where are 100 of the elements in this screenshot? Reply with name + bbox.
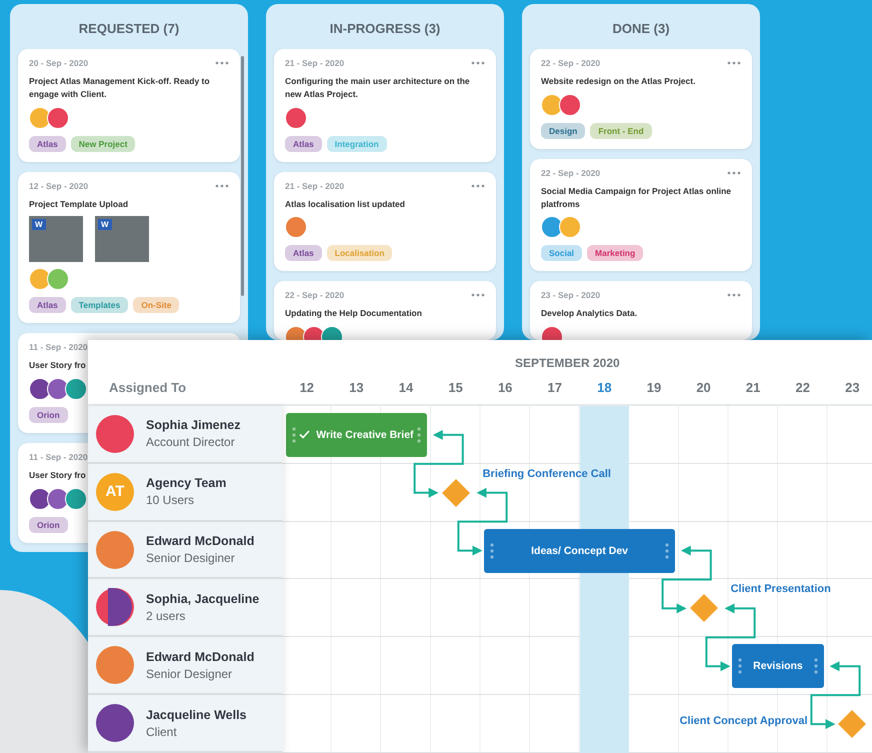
tag: Atlas bbox=[29, 136, 66, 152]
card-title: Updating the Help Documentation bbox=[285, 307, 423, 320]
card-title: Develop Analytics Data. bbox=[541, 307, 638, 320]
grip-icon[interactable] bbox=[416, 426, 421, 444]
avatar: AT bbox=[96, 472, 134, 511]
day-label: 23 bbox=[844, 380, 861, 395]
card-title: Atlas localisation list updated bbox=[285, 198, 406, 210]
tag: Orion bbox=[29, 407, 68, 423]
task-bar[interactable]: Ideas/ Concept Dev bbox=[484, 528, 675, 573]
photo-placeholder[interactable]: W bbox=[29, 216, 83, 262]
tag: New Project bbox=[70, 136, 136, 152]
day-label: 18 bbox=[596, 380, 613, 395]
task-bar[interactable]: Revisions bbox=[732, 644, 824, 688]
grip-icon[interactable] bbox=[490, 542, 494, 560]
day-label: 15 bbox=[447, 380, 464, 395]
task-card[interactable]: 21 - Sep - 2020 Atlas localisation list updated Atlas Localisation bbox=[274, 172, 496, 272]
dependency-arrow bbox=[810, 661, 861, 730]
column-title: IN-PROGRESS (3) bbox=[328, 20, 442, 38]
card-date: 23 - Sep - 2020 bbox=[541, 290, 600, 300]
tag: On-Site bbox=[133, 297, 180, 314]
tag: Integration bbox=[326, 136, 387, 152]
assignee-row[interactable]: Jacqueline Wells Client bbox=[88, 695, 282, 753]
day-label: 17 bbox=[546, 380, 563, 395]
task-card[interactable]: 22 - Sep - 2020 Updating the Help Documentation bbox=[274, 281, 496, 340]
tag: Atlas bbox=[29, 297, 66, 314]
tag: Front - End bbox=[590, 122, 652, 139]
task-card[interactable]: 12 - Sep - 2020 Project Template Upload W W Atlas Templates On-Site bbox=[18, 172, 240, 324]
day-label: 20 bbox=[695, 380, 712, 395]
milestone-diamond[interactable] bbox=[440, 478, 471, 508]
assignee-row[interactable]: AT Agency Team 10 Users bbox=[88, 464, 282, 522]
assignee-name: Edward McDonald bbox=[146, 534, 254, 548]
more-icon[interactable] bbox=[727, 293, 741, 298]
card-title: Project Template Upload bbox=[29, 198, 130, 210]
card-title: Project Atlas Management Kick-off. Ready to engage with Client. bbox=[29, 75, 211, 100]
tag: Social bbox=[541, 245, 582, 262]
card-date: 11 - Sep - 2020 bbox=[29, 342, 88, 352]
card-date: 21 - Sep - 2020 bbox=[285, 58, 344, 68]
card-date: 20 - Sep - 2020 bbox=[29, 58, 88, 68]
day-label: 14 bbox=[398, 380, 414, 395]
milestone-diamond[interactable] bbox=[688, 593, 719, 624]
photo-placeholder[interactable]: W bbox=[95, 216, 149, 262]
grip-icon[interactable] bbox=[664, 542, 669, 560]
task-label: Revisions bbox=[753, 660, 803, 672]
card-title: User Story fro bbox=[29, 359, 87, 372]
milestone-diamond[interactable] bbox=[837, 709, 868, 740]
tag: Localisation bbox=[326, 245, 392, 262]
card-date: 21 - Sep - 2020 bbox=[285, 180, 344, 190]
assignee-role: 10 Users bbox=[146, 493, 196, 508]
assignee-row[interactable]: Edward McDonald Senior Desiginer bbox=[88, 522, 282, 580]
milestone-label: Briefing Conference Call bbox=[482, 468, 611, 480]
task-card[interactable]: 21 - Sep - 2020 Configuring the main user architecture on the new Atlas Project. Atlas Integration bbox=[274, 49, 496, 162]
card-date: 22 - Sep - 2020 bbox=[285, 290, 344, 300]
more-icon[interactable] bbox=[215, 61, 229, 65]
scrollbar[interactable] bbox=[241, 56, 244, 296]
more-icon[interactable] bbox=[727, 170, 741, 175]
more-icon[interactable] bbox=[471, 293, 485, 298]
card-title: Social Media Campaign for Project Atlas online platfroms bbox=[541, 184, 732, 210]
card-title: Website redesign on the Atlas Project. bbox=[541, 75, 696, 88]
grip-icon[interactable] bbox=[292, 426, 296, 444]
day-label: 12 bbox=[298, 380, 316, 395]
day-label: 16 bbox=[496, 380, 514, 395]
milestone-label: Client Concept Approval bbox=[680, 715, 808, 728]
more-icon[interactable] bbox=[471, 61, 485, 65]
card-date: 12 - Sep - 2020 bbox=[29, 180, 88, 190]
tag: Atlas bbox=[285, 136, 322, 152]
dependency-arrow bbox=[457, 488, 508, 556]
month-label: SEPTEMBER 2020 bbox=[514, 355, 621, 372]
card-date: 22 - Sep - 2020 bbox=[541, 168, 600, 178]
assignee-name: Edward McDonald bbox=[146, 650, 254, 664]
card-title: User Story fro bbox=[29, 469, 87, 482]
day-label: 22 bbox=[794, 380, 811, 395]
assignee-name: Agency Team bbox=[146, 476, 226, 490]
card-title: Configuring the main user architecture on the new Atlas Project. bbox=[285, 75, 471, 100]
column-heading: Assigned To bbox=[109, 380, 186, 395]
assignee-name: Sophia Jimenez bbox=[146, 418, 240, 432]
task-label: Write Creative Brief bbox=[316, 428, 414, 441]
assignee-row[interactable]: Sophia, Jacqueline 2 users bbox=[88, 579, 282, 638]
assignee-row[interactable]: Sophia Jimenez Account Director bbox=[88, 406, 282, 464]
assignee-row[interactable]: Edward McDonald Senior Designer bbox=[88, 637, 282, 696]
task-label: Ideas/ Concept Dev bbox=[531, 544, 628, 557]
grip-icon[interactable] bbox=[738, 657, 742, 676]
day-label: 21 bbox=[744, 380, 762, 395]
tag: Templates bbox=[70, 297, 128, 314]
task-card[interactable]: 22 - Sep - 2020 Website redesign on the Atlas Project. Design Front - End bbox=[530, 49, 752, 149]
more-icon[interactable] bbox=[471, 184, 485, 188]
more-icon[interactable] bbox=[727, 61, 741, 65]
assignee-role: Senior Desiginer bbox=[146, 551, 236, 566]
column-title: DONE (3) bbox=[611, 20, 671, 38]
day-label: 19 bbox=[646, 380, 662, 395]
task-card[interactable]: 22 - Sep - 2020 Social Media Campaign for Project Atlas online platfroms Social Marketing bbox=[530, 158, 752, 272]
task-card[interactable]: 20 - Sep - 2020 Project Atlas Management Kick-off. Ready to engage with Client. Atlas New Project bbox=[18, 49, 240, 162]
card-date: 11 - Sep - 2020 bbox=[29, 452, 88, 462]
day-label: 13 bbox=[348, 380, 365, 395]
grip-icon[interactable] bbox=[814, 657, 818, 676]
card-date: 22 - Sep - 2020 bbox=[541, 58, 600, 68]
more-icon[interactable] bbox=[215, 184, 229, 188]
column-title: REQUESTED (7) bbox=[78, 20, 180, 38]
assignee-name: Jacqueline Wells bbox=[146, 708, 247, 722]
assignee-name: Sophia, Jacqueline bbox=[146, 592, 260, 606]
task-card[interactable]: 23 - Sep - 2020 Develop Analytics Data. bbox=[530, 281, 752, 340]
